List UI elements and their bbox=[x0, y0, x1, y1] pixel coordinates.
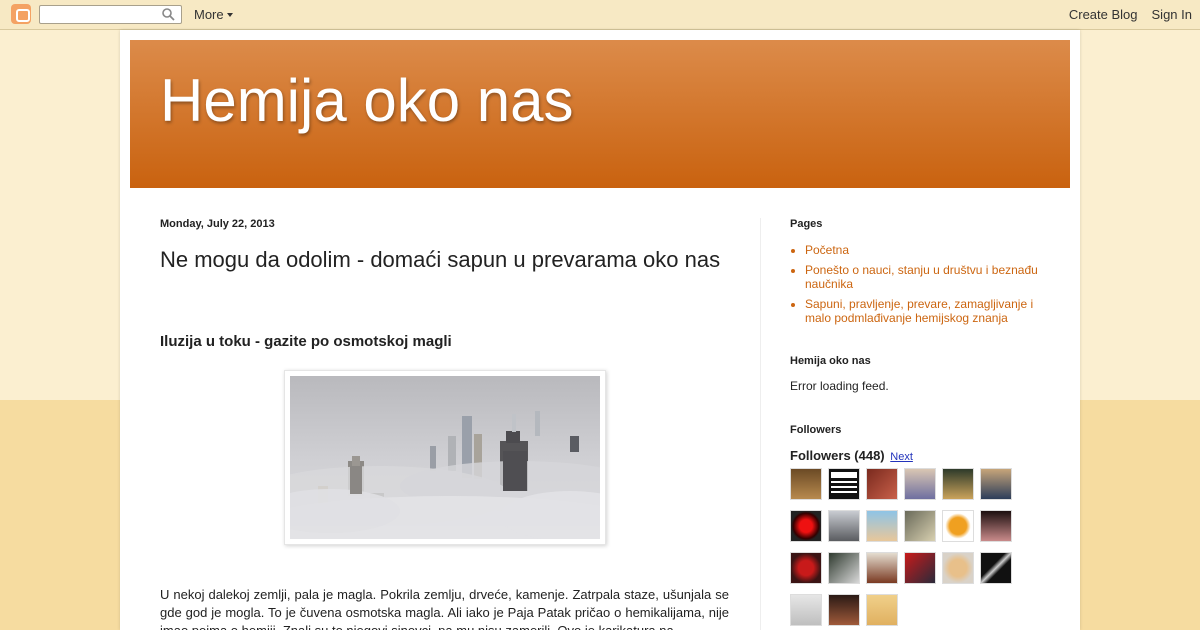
avatar[interactable] bbox=[790, 594, 822, 626]
avatar[interactable] bbox=[866, 594, 898, 626]
notice-icon bbox=[831, 472, 857, 493]
fog-city-image[interactable] bbox=[290, 376, 600, 539]
blog-container: Hemija oko nas Monday, July 22, 2013 Ne … bbox=[120, 30, 1080, 630]
avatar[interactable] bbox=[790, 552, 822, 584]
pages-list: Početna Ponešto o nauci, stanju u društv… bbox=[805, 243, 1050, 325]
avatar[interactable] bbox=[828, 552, 860, 584]
feed-error-text: Error loading feed. bbox=[790, 379, 889, 393]
avatar[interactable] bbox=[790, 468, 822, 500]
avatar[interactable] bbox=[866, 468, 898, 500]
avatar[interactable] bbox=[980, 510, 1012, 542]
page-link-sapuni[interactable]: Sapuni, pravljenje, prevare, zamagljivan… bbox=[805, 297, 1050, 325]
page-link-pocetna[interactable]: Početna bbox=[805, 243, 1050, 257]
avatar[interactable] bbox=[828, 468, 860, 500]
more-menu-button[interactable]: More bbox=[194, 7, 233, 22]
avatar[interactable] bbox=[980, 468, 1012, 500]
avatar[interactable] bbox=[790, 510, 822, 542]
post-subheading: Iluzija u toku - gazite po osmotskoj mag… bbox=[160, 333, 452, 350]
blogger-navbar: More Create Blog Sign In bbox=[0, 0, 1200, 30]
avatar[interactable] bbox=[828, 594, 860, 626]
avatar[interactable] bbox=[942, 552, 974, 584]
avatar[interactable] bbox=[866, 552, 898, 584]
post-body-text: U nekoj dalekoj zemlji, pala je magla. P… bbox=[160, 587, 729, 630]
post-title[interactable]: Ne mogu da odolim - domaći sapun u preva… bbox=[160, 247, 720, 273]
blog-header: Hemija oko nas bbox=[130, 40, 1070, 188]
create-blog-link[interactable]: Create Blog bbox=[1069, 7, 1138, 22]
more-label: More bbox=[194, 7, 224, 22]
search-input[interactable] bbox=[39, 5, 182, 24]
avatar[interactable] bbox=[942, 468, 974, 500]
follower-grid bbox=[790, 468, 1050, 626]
page-link-nauka[interactable]: Ponešto o nauci, stanju u društvu i bezn… bbox=[805, 263, 1050, 291]
blogger-logo-icon[interactable] bbox=[11, 4, 31, 24]
sidebar: Pages Početna Ponešto o nauci, stanju u … bbox=[790, 218, 1050, 626]
feed-widget-title: Hemija oko nas bbox=[790, 355, 871, 367]
avatar[interactable] bbox=[828, 510, 860, 542]
followers-widget-title: Followers bbox=[790, 424, 842, 436]
followers-count: Followers (448) Next bbox=[790, 448, 1050, 463]
avatar[interactable] bbox=[942, 510, 974, 542]
followers-count-label: Followers (448) bbox=[790, 448, 885, 463]
post-date: Monday, July 22, 2013 bbox=[160, 218, 275, 230]
column-divider bbox=[760, 218, 761, 630]
search-icon[interactable] bbox=[162, 8, 175, 21]
caret-down-icon bbox=[226, 13, 233, 17]
followers-next-link[interactable]: Next bbox=[890, 451, 913, 463]
avatar[interactable] bbox=[904, 468, 936, 500]
avatar[interactable] bbox=[904, 510, 936, 542]
post-image-frame[interactable] bbox=[284, 370, 606, 545]
avatar[interactable] bbox=[980, 552, 1012, 584]
pages-widget-title: Pages bbox=[790, 218, 823, 230]
avatar[interactable] bbox=[866, 510, 898, 542]
blog-title[interactable]: Hemija oko nas bbox=[160, 66, 574, 135]
sign-in-link[interactable]: Sign In bbox=[1152, 7, 1192, 22]
avatar[interactable] bbox=[904, 552, 936, 584]
